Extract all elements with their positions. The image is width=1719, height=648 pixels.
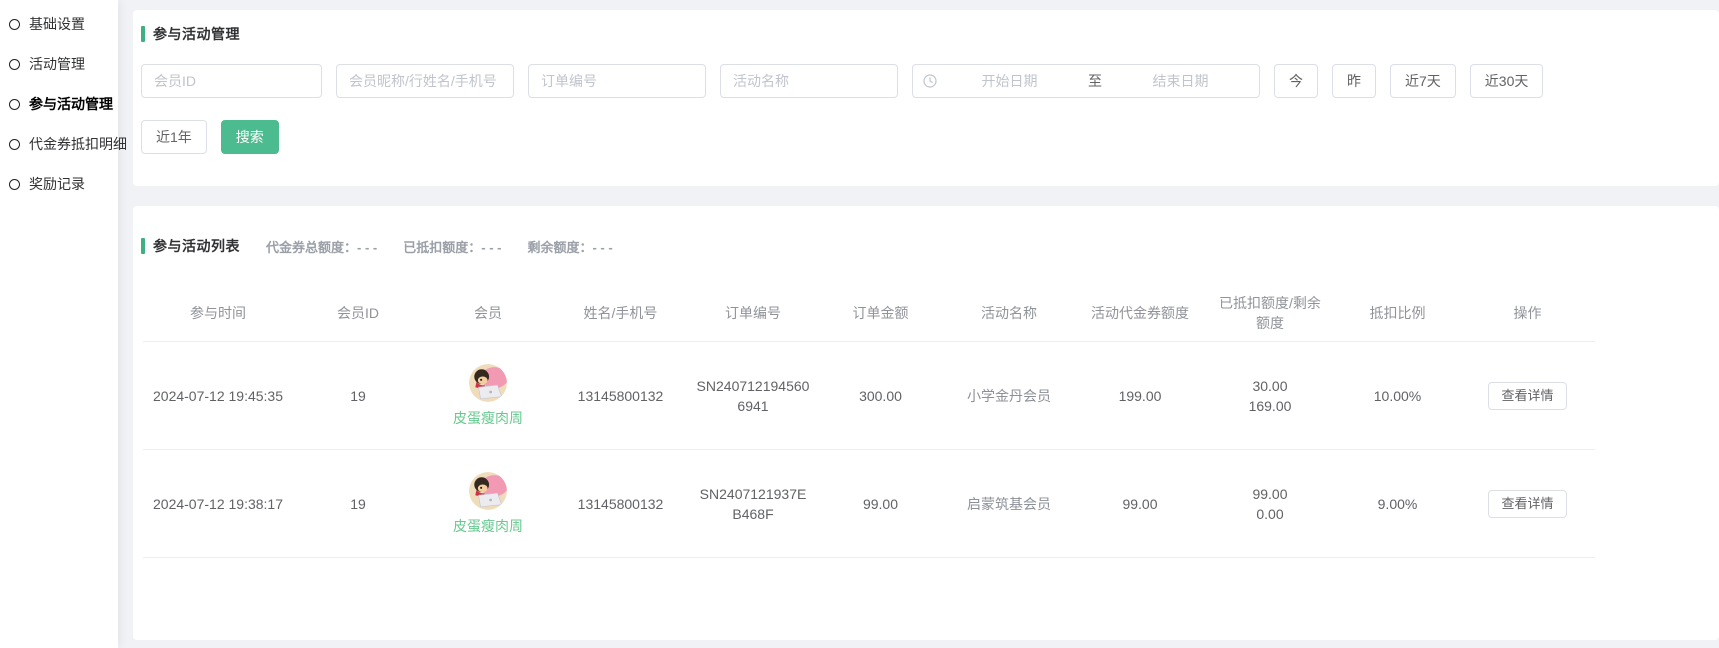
- cell-time: 2024-07-12 19:38:17: [143, 486, 293, 522]
- member-nickname[interactable]: 皮蛋瘦肉周: [453, 516, 523, 536]
- start-date-placeholder[interactable]: 开始日期: [941, 71, 1078, 91]
- col-order-amount: 订单金额: [818, 297, 943, 329]
- cell-member-id: 19: [293, 378, 423, 414]
- sidebar: 基础设置 活动管理 参与活动管理 代金券抵扣明细 奖励记录: [0, 0, 118, 648]
- end-date-placeholder[interactable]: 结束日期: [1112, 71, 1249, 91]
- sidebar-item-participation-management[interactable]: 参与活动管理: [0, 84, 118, 124]
- cell-deducted-remaining: 99.00 0.00: [1205, 476, 1335, 532]
- deducted-amount: 99.00: [1213, 484, 1327, 504]
- date-separator: 至: [1082, 71, 1108, 91]
- stat-total-voucher: 代金券总额度：- - -: [266, 237, 377, 256]
- member-nickname[interactable]: 皮蛋瘦肉周: [453, 408, 523, 428]
- cell-activity-name: 启蒙筑基会员: [943, 486, 1075, 522]
- cell-name-phone: 13145800132: [553, 486, 688, 522]
- table-row: 2024-07-12 19:45:35 19: [143, 342, 1595, 450]
- section-accent-bar: [141, 238, 145, 254]
- cell-action: 查看详情: [1460, 374, 1595, 418]
- view-detail-button[interactable]: 查看详情: [1488, 490, 1566, 518]
- filter-card: 参与活动管理 开始日期 至 结束日期 今 昨 近7天 近30天 近1年: [133, 10, 1719, 186]
- member-nickname-input[interactable]: [336, 64, 514, 98]
- col-member: 会员: [423, 297, 553, 329]
- sidebar-item-label: 代金券抵扣明细: [29, 134, 127, 154]
- col-time: 参与时间: [143, 297, 293, 329]
- participation-table: 参与时间 会员ID 会员 姓名/手机号 订单编号 订单金额 活动名称 活动代金券…: [143, 284, 1595, 558]
- stat-remaining: 剩余额度：- - -: [527, 237, 612, 256]
- cell-name-phone: 13145800132: [553, 378, 688, 414]
- stat-value: - - -: [357, 240, 377, 255]
- sidebar-item-voucher-deduction-detail[interactable]: 代金券抵扣明细: [0, 124, 118, 164]
- list-card: 参与活动列表 代金券总额度：- - - 已抵扣额度：- - - 剩余额度：- -…: [133, 206, 1719, 640]
- sidebar-item-activity-management[interactable]: 活动管理: [0, 44, 118, 84]
- col-action: 操作: [1460, 297, 1595, 329]
- stat-value: - - -: [592, 240, 612, 255]
- cell-voucher-amount: 199.00: [1075, 378, 1205, 414]
- sidebar-item-label: 活动管理: [29, 54, 85, 74]
- clock-icon: [923, 74, 937, 88]
- col-activity-name: 活动名称: [943, 297, 1075, 329]
- col-voucher-amount: 活动代金券额度: [1075, 297, 1205, 329]
- remaining-amount: 169.00: [1213, 396, 1327, 416]
- cell-activity-name: 小学金丹会员: [943, 378, 1075, 414]
- sidebar-item-label: 参与活动管理: [29, 94, 113, 114]
- cell-member-id: 19: [293, 486, 423, 522]
- search-button[interactable]: 搜索: [221, 120, 279, 154]
- section-accent-bar: [141, 26, 145, 42]
- cell-order-no: SN2407121937EB468F: [688, 476, 818, 532]
- stat-label: 代金券总额度：: [266, 240, 357, 255]
- list-title: 参与活动列表: [153, 236, 240, 256]
- main-content: 参与活动管理 开始日期 至 结束日期 今 昨 近7天 近30天 近1年: [118, 0, 1719, 648]
- list-section-header: 参与活动列表 代金券总额度：- - - 已抵扣额度：- - - 剩余额度：- -…: [141, 236, 1705, 256]
- table-header-row: 参与时间 会员ID 会员 姓名/手机号 订单编号 订单金额 活动名称 活动代金券…: [143, 284, 1595, 342]
- radio-circle-icon: [9, 59, 20, 70]
- voucher-stats: 代金券总额度：- - - 已抵扣额度：- - - 剩余额度：- - -: [266, 237, 613, 256]
- table-row: 2024-07-12 19:38:17 19: [143, 450, 1595, 558]
- cell-deducted-remaining: 30.00 169.00: [1205, 368, 1335, 424]
- filter-row-1: 开始日期 至 结束日期 今 昨 近7天 近30天: [141, 64, 1705, 98]
- cell-order-amount: 99.00: [818, 486, 943, 522]
- filter-row-2: 近1年 搜索: [141, 120, 1705, 154]
- radio-circle-icon: [9, 139, 20, 150]
- page-title: 参与活动管理: [153, 24, 240, 44]
- radio-circle-icon: [9, 19, 20, 30]
- sidebar-item-basic-settings[interactable]: 基础设置: [0, 4, 118, 44]
- stat-label: 剩余额度：: [527, 240, 592, 255]
- radio-circle-icon: [9, 99, 20, 110]
- cell-member: 皮蛋瘦肉周: [423, 356, 553, 436]
- col-order-no: 订单编号: [688, 297, 818, 329]
- col-ratio: 抵扣比例: [1335, 297, 1460, 329]
- cell-ratio: 10.00%: [1335, 378, 1460, 414]
- radio-circle-icon: [9, 179, 20, 190]
- member-id-input[interactable]: [141, 64, 322, 98]
- order-number-input[interactable]: [528, 64, 706, 98]
- col-name-phone: 姓名/手机号: [553, 297, 688, 329]
- cell-ratio: 9.00%: [1335, 486, 1460, 522]
- view-detail-button[interactable]: 查看详情: [1488, 382, 1566, 410]
- cell-time: 2024-07-12 19:45:35: [143, 378, 293, 414]
- cell-order-no: SN2407121945606941: [688, 368, 818, 424]
- cell-order-amount: 300.00: [818, 378, 943, 414]
- stat-value: - - -: [481, 240, 501, 255]
- cell-action: 查看详情: [1460, 482, 1595, 526]
- col-deducted-remaining: 已抵扣额度/剩余额度: [1205, 287, 1335, 339]
- sidebar-item-reward-records[interactable]: 奖励记录: [0, 164, 118, 204]
- date-range-picker[interactable]: 开始日期 至 结束日期: [912, 64, 1260, 98]
- sidebar-item-label: 基础设置: [29, 14, 85, 34]
- sidebar-item-label: 奖励记录: [29, 174, 85, 194]
- col-member-id: 会员ID: [293, 297, 423, 329]
- cell-member: 皮蛋瘦肉周: [423, 464, 553, 544]
- quick-yesterday-button[interactable]: 昨: [1332, 64, 1376, 98]
- deducted-amount: 30.00: [1213, 376, 1327, 396]
- stat-deducted: 已抵扣额度：- - -: [403, 237, 501, 256]
- member-avatar[interactable]: [469, 364, 507, 402]
- quick-30days-button[interactable]: 近30天: [1470, 64, 1544, 98]
- activity-name-input[interactable]: [720, 64, 898, 98]
- stat-label: 已抵扣额度：: [403, 240, 481, 255]
- remaining-amount: 0.00: [1213, 504, 1327, 524]
- filter-section-header: 参与活动管理: [141, 24, 1705, 44]
- cell-voucher-amount: 99.00: [1075, 486, 1205, 522]
- quick-today-button[interactable]: 今: [1274, 64, 1318, 98]
- quick-7days-button[interactable]: 近7天: [1390, 64, 1456, 98]
- quick-1year-button[interactable]: 近1年: [141, 120, 207, 154]
- member-avatar[interactable]: [469, 472, 507, 510]
